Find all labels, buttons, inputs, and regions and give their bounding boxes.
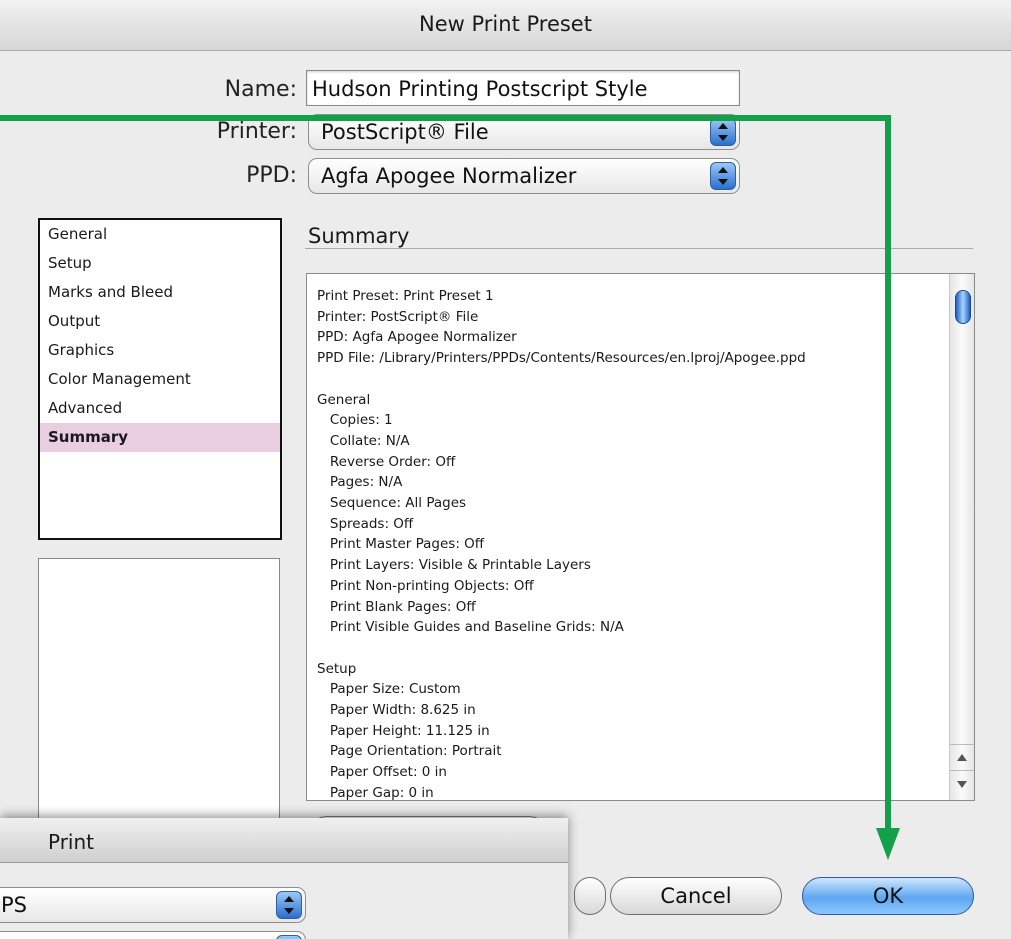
category-item-output[interactable]: Output — [40, 307, 280, 336]
summary-line: Reverse Order: Off — [317, 453, 456, 470]
summary-line: Collate: N/A — [317, 432, 410, 449]
name-label: Name: — [224, 77, 297, 102]
summary-line — [317, 638, 945, 659]
summary-line: Spreads: Off — [317, 515, 414, 532]
dialog-title: New Print Preset — [419, 12, 592, 36]
summary-line: Print Visible Guides and Baseline Grids:… — [317, 619, 624, 636]
category-item-advanced[interactable]: Advanced — [40, 394, 280, 423]
print-preset-popup[interactable]: PS — [0, 887, 306, 923]
summary-line: Page Orientation: Portrait — [317, 743, 502, 760]
summary-line: Print Non-printing Objects: Off — [317, 577, 534, 594]
scrollbar-thumb[interactable] — [955, 290, 971, 324]
summary-line: Paper Height: 11.125 in — [317, 722, 490, 739]
printer-label: Printer: — [216, 119, 297, 144]
name-field[interactable]: Hudson Printing Postscript Style — [306, 70, 740, 106]
print-window-title: Print — [48, 830, 95, 854]
cancel-button[interactable]: Cancel — [610, 877, 782, 915]
summary-line: Paper Offset: 0 in — [317, 764, 447, 781]
popup-arrows-icon — [710, 162, 736, 190]
summary-heading: Summary — [308, 224, 410, 248]
summary-line: Print Blank Pages: Off — [317, 598, 476, 615]
summary-line: Paper Size: Custom — [317, 681, 461, 698]
summary-scrollbar[interactable] — [949, 274, 974, 800]
category-item-color-management[interactable]: Color Management — [40, 365, 280, 394]
summary-line: Paper Gap: 0 in — [317, 784, 434, 801]
new-print-preset-dialog: New Print Preset Name: Hudson Printing P… — [0, 0, 1011, 939]
popup-arrows-icon — [276, 935, 302, 939]
summary-line: Setup — [317, 660, 357, 677]
print-printer-popup[interactable] — [0, 931, 306, 939]
summary-line: Pages: N/A — [317, 474, 403, 491]
summary-line: PPD: Agfa Apogee Normalizer — [317, 329, 517, 346]
printer-popup[interactable]: PostScript® File — [308, 114, 740, 150]
summary-line: PPD File: /Library/Printers/PPDs/Content… — [317, 350, 806, 367]
category-item-marks-and-bleed[interactable]: Marks and Bleed — [40, 278, 280, 307]
summary-line: Copies: 1 — [317, 412, 393, 429]
popup-arrows-icon — [276, 891, 302, 919]
printer-popup-value: PostScript® File — [321, 120, 489, 144]
summary-line: Sequence: All Pages — [317, 495, 467, 512]
summary-line — [317, 369, 945, 390]
ppd-label: PPD: — [246, 163, 297, 188]
name-field-value: Hudson Printing Postscript Style — [312, 77, 648, 101]
ok-button[interactable]: OK — [802, 877, 974, 915]
summary-line: Print Layers: Visible & Printable Layers — [317, 557, 591, 574]
back-button[interactable] — [574, 877, 606, 915]
category-item-graphics[interactable]: Graphics — [40, 336, 280, 365]
summary-textbox[interactable]: Print Preset: Print Preset 1 Printer: Pos… — [306, 273, 975, 801]
ppd-popup-value: Agfa Apogee Normalizer — [321, 164, 577, 188]
scroll-up-arrow-icon[interactable] — [950, 744, 974, 771]
summary-text: Print Preset: Print Preset 1 Printer: Pos… — [317, 286, 945, 801]
summary-divider — [305, 248, 973, 249]
dialog-titlebar[interactable]: New Print Preset — [0, 0, 1011, 51]
category-item-general[interactable]: General — [40, 220, 280, 249]
print-window: Print PS — [0, 818, 568, 939]
summary-line: General — [317, 391, 371, 408]
print-window-titlebar[interactable]: Print — [0, 818, 568, 863]
summary-line: Printer: PostScript® File — [317, 308, 479, 325]
category-item-summary[interactable]: Summary — [40, 423, 280, 452]
summary-line: Print Preset: Print Preset 1 — [317, 288, 494, 304]
category-list: General Setup Marks and Bleed Output Gra… — [38, 218, 282, 540]
category-item-setup[interactable]: Setup — [40, 249, 280, 278]
ppd-popup[interactable]: Agfa Apogee Normalizer — [308, 158, 740, 194]
print-preset-popup-value: PS — [1, 893, 27, 917]
summary-line: Paper Width: 8.625 in — [317, 702, 476, 719]
scroll-down-arrow-icon[interactable] — [950, 770, 974, 799]
summary-line: Print Master Pages: Off — [317, 536, 485, 553]
popup-arrows-icon — [710, 118, 736, 146]
